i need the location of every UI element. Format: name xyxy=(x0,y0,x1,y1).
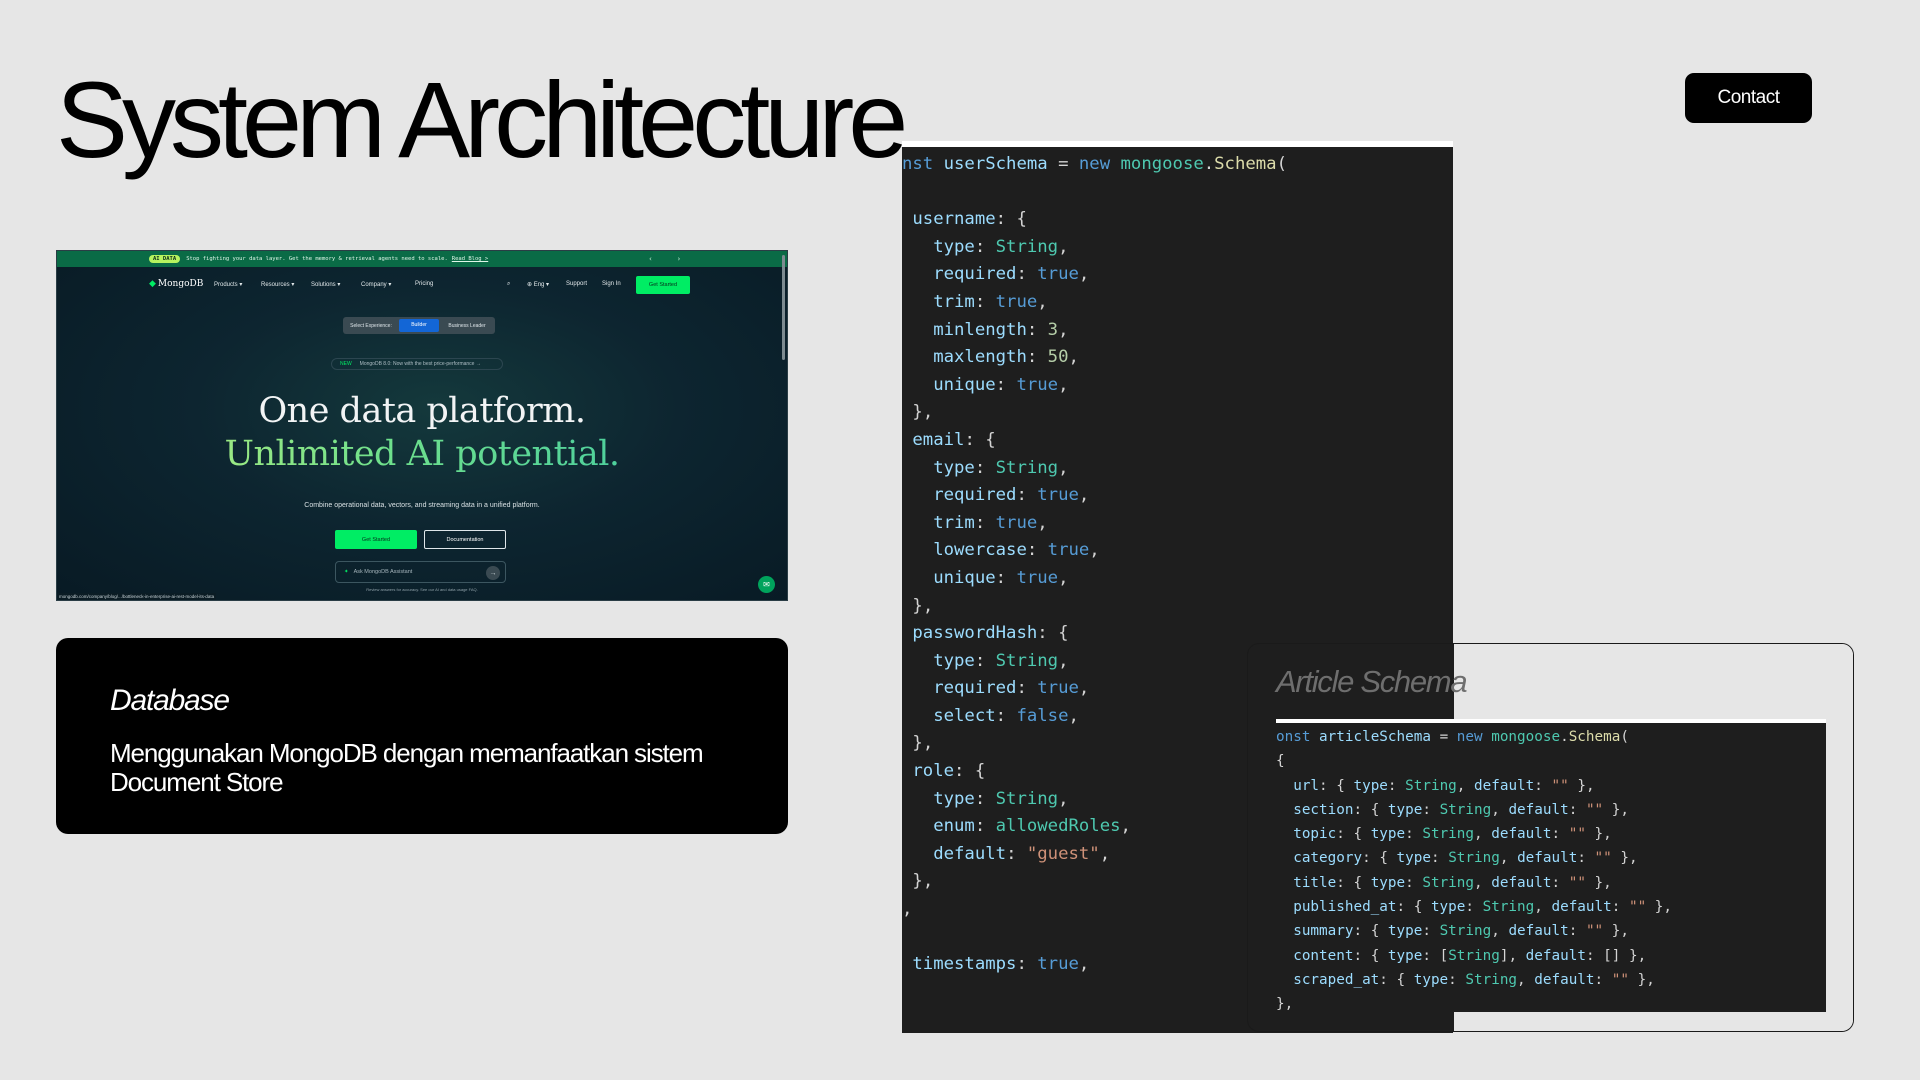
mongodb-logo[interactable]: ◆ MongoDB xyxy=(149,279,203,289)
hero-get-started-button[interactable]: Get Started xyxy=(335,530,417,549)
chat-bubble-icon[interactable]: ✉ xyxy=(758,576,775,593)
code-line: topic: { type: String, default: "" }, xyxy=(1293,826,1612,843)
toggle-label: Select Experience: xyxy=(350,322,392,329)
scrollbar[interactable] xyxy=(782,255,785,360)
database-card: Database Menggunakan MongoDB dengan mema… xyxy=(56,638,788,834)
code-line: section: { type: String, default: "" }, xyxy=(1293,801,1629,818)
announcement-banner: AI DATA Stop fighting your data layer. G… xyxy=(57,251,787,267)
news-text: MongoDB 8.0: Now with the best price-per… xyxy=(359,361,481,367)
article-schema-title: Article Schema xyxy=(1276,664,1468,699)
user-schema-code-block: nst userSchema = new mongoose.Schema( us… xyxy=(902,151,1287,979)
banner-arrows[interactable]: ‹ › xyxy=(648,255,691,263)
send-arrow-icon[interactable]: → xyxy=(486,566,500,580)
database-card-title: Database xyxy=(110,684,230,717)
banner-pill: AI DATA xyxy=(149,255,181,263)
sparkle-icon: ✦ xyxy=(344,569,349,575)
hero-headline-accent: Unlimited AI potential. xyxy=(57,434,787,474)
code-line: onst articleSchema = new mongoose.Schema… xyxy=(1276,729,1629,745)
code-line: unique: true, xyxy=(933,567,1069,588)
news-tag: NEW xyxy=(340,361,352,367)
article-schema-code-block: onst articleSchema = new mongoose.Schema… xyxy=(1276,725,1672,1017)
code-line: timestamps: true, xyxy=(912,954,1090,975)
code-line: }, xyxy=(912,402,934,423)
hero-documentation-button[interactable]: Documentation xyxy=(424,530,506,549)
nav-solutions[interactable]: Solutions ▾ xyxy=(311,281,340,288)
code-line: username: { xyxy=(912,209,1027,230)
code-line: required: true, xyxy=(933,264,1090,285)
code-line: summary: { type: String, default: "" }, xyxy=(1293,923,1629,940)
hero-headline: One data platform. xyxy=(258,391,586,431)
nav-pricing[interactable]: Pricing xyxy=(415,281,433,287)
code-line: type: String, xyxy=(933,788,1069,809)
status-bar-url: mongodb.com/company/blog/.../bottleneck-… xyxy=(57,593,217,600)
code-line: select: false, xyxy=(933,705,1079,726)
banner-text: Stop fighting your data layer. Get the m… xyxy=(186,256,448,262)
leaf-icon: ◆ xyxy=(149,279,156,289)
code-line: content: { type: [String], default: [] }… xyxy=(1293,947,1647,964)
toggle-business-leader[interactable]: Business Leader xyxy=(439,323,495,329)
code-line: enum: allowedRoles, xyxy=(933,816,1131,837)
code-line: }, xyxy=(912,595,934,616)
nav-products[interactable]: Products ▾ xyxy=(214,281,242,288)
code-line: trim: true, xyxy=(933,512,1048,533)
code-line: type: String, xyxy=(933,650,1069,671)
contact-button[interactable]: Contact xyxy=(1685,73,1812,123)
code-line: }, xyxy=(912,733,934,754)
code-line: nst userSchema = new mongoose.Schema( xyxy=(902,154,1287,174)
code-line: lowercase: true, xyxy=(933,540,1100,561)
code-line: published_at: { type: String, default: "… xyxy=(1293,899,1673,916)
code-line: required: true, xyxy=(933,485,1090,506)
hero-subheadline: Combine operational data, vectors, and s… xyxy=(304,502,540,509)
database-card-description: Menggunakan MongoDB dengan memanfaatkan … xyxy=(110,738,704,797)
code-line: minlength: 3, xyxy=(933,319,1069,340)
assistant-disclaimer: Review answers for accuracy. See our AI … xyxy=(366,587,478,592)
code-line: email: { xyxy=(912,429,996,450)
site-nav: ◆ MongoDB Products ▾ Resources ▾ Solution… xyxy=(57,267,787,301)
code-line: default: "guest", xyxy=(933,843,1111,864)
code-line: scraped_at: { type: String, default: "" … xyxy=(1293,971,1655,988)
nav-sign-in[interactable]: Sign In xyxy=(602,281,621,287)
code-line: category: { type: String, default: "" }, xyxy=(1293,850,1638,867)
code-line: required: true, xyxy=(933,678,1090,699)
nav-company[interactable]: Company ▾ xyxy=(361,281,391,288)
code-line: unique: true, xyxy=(933,374,1069,395)
code-line: , xyxy=(902,899,913,920)
code-line: title: { type: String, default: "" }, xyxy=(1293,874,1612,891)
article-schema-code: onst articleSchema = new mongoose.Schema… xyxy=(1276,719,1826,1012)
article-schema-card: Article Schema onst articleSchema = new … xyxy=(1247,643,1854,1032)
assistant-input[interactable]: ✦ Ask MongoDB Assistant → xyxy=(335,561,506,583)
code-line: }, xyxy=(1276,996,1294,1013)
search-icon[interactable]: ⌕ xyxy=(507,281,510,288)
code-line: url: { type: String, default: "" }, xyxy=(1293,777,1595,794)
news-pill[interactable]: NEW MongoDB 8.0: Now with the best price… xyxy=(331,358,503,370)
nav-resources[interactable]: Resources ▾ xyxy=(261,281,294,288)
nav-get-started-button[interactable]: Get Started xyxy=(636,276,690,294)
language-selector[interactable]: ⊕ Eng ▾ xyxy=(527,281,549,288)
code-line: { xyxy=(1276,753,1285,770)
code-line: type: String, xyxy=(933,236,1069,257)
code-line: }, xyxy=(912,871,934,892)
nav-support[interactable]: Support xyxy=(566,281,587,287)
mongodb-website-screenshot: AI DATA Stop fighting your data layer. G… xyxy=(56,250,788,601)
assistant-placeholder: Ask MongoDB Assistant xyxy=(353,569,413,575)
toggle-builder[interactable]: Builder xyxy=(399,319,439,332)
banner-link[interactable]: Read Blog > xyxy=(452,256,488,262)
code-line: maxlength: 50, xyxy=(933,347,1079,368)
code-line: type: String, xyxy=(933,457,1069,478)
code-line: passwordHash: { xyxy=(912,623,1069,644)
code-line: trim: true, xyxy=(933,291,1048,312)
code-line: role: { xyxy=(912,761,986,782)
slide-title: System Architecture xyxy=(56,59,908,180)
experience-toggle: Select Experience: Builder Business Lead… xyxy=(343,317,495,334)
